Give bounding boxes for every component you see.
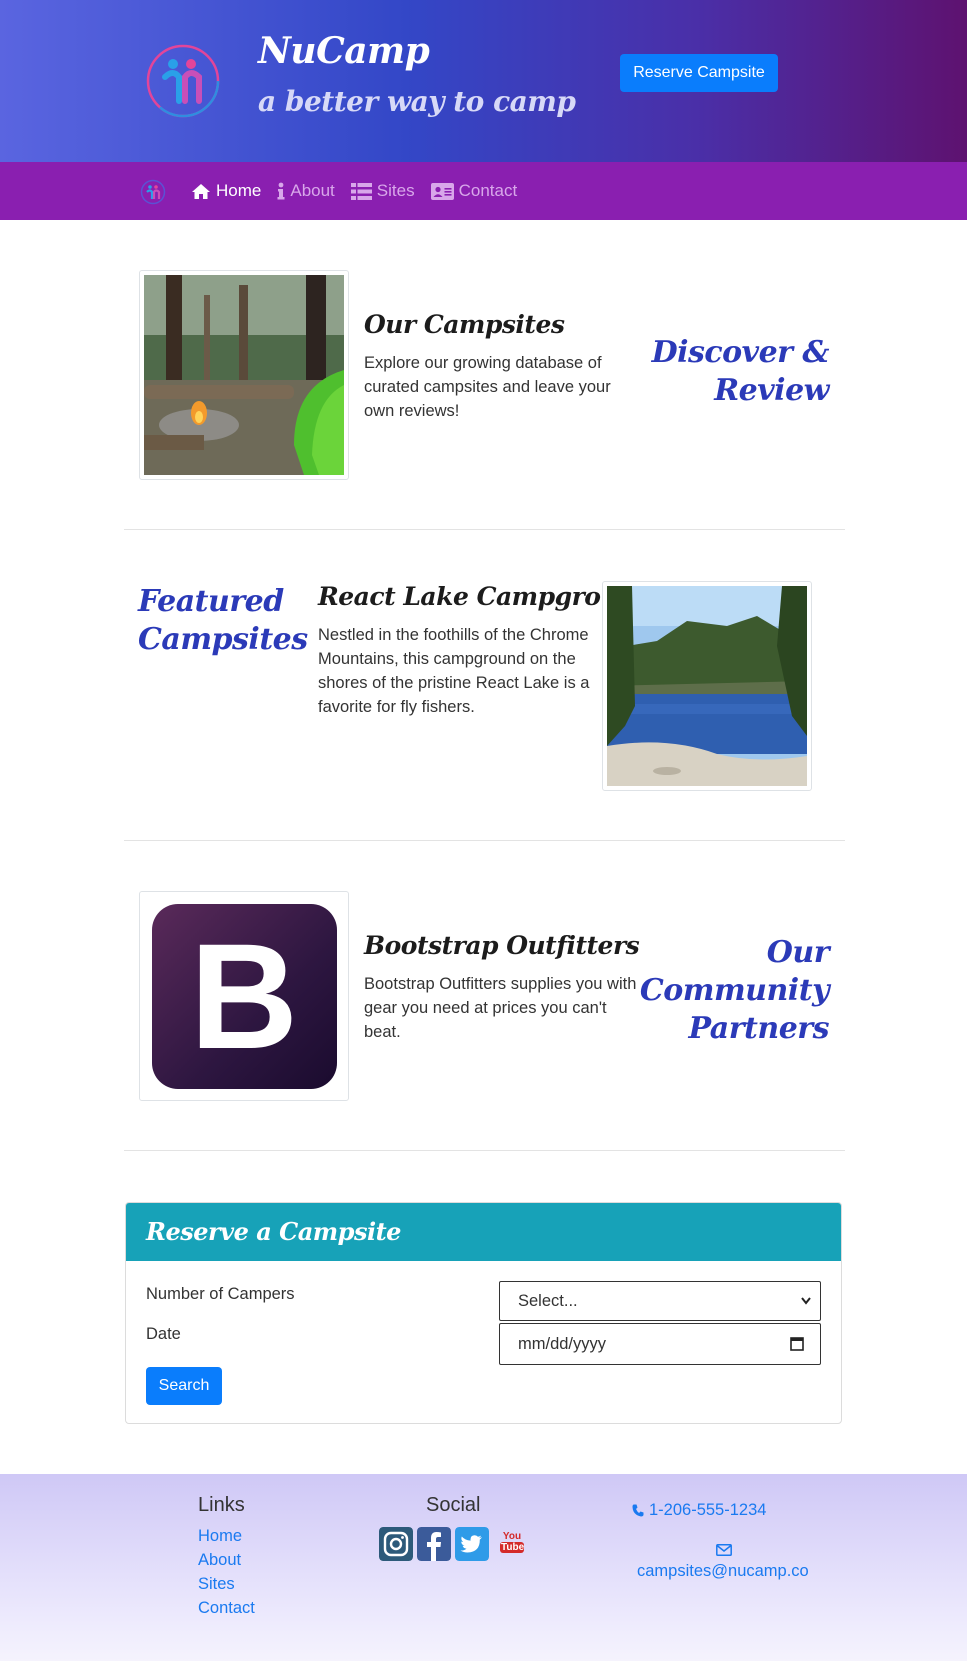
partner-text-line: beat. <box>364 1023 401 1041</box>
campsites-text-line: curated campsites and leave your <box>364 378 611 396</box>
nav-home[interactable]: Home <box>191 181 261 201</box>
divider <box>124 529 845 530</box>
list-icon <box>350 182 372 200</box>
date-input-placeholder: mm/dd/yyyy <box>518 1335 607 1353</box>
campers-select[interactable]: Select... <box>499 1281 821 1321</box>
jumbotron-header: NuCamp a better way to camp Reserve Camp… <box>0 0 967 162</box>
nav-sites-label: Sites <box>376 181 415 200</box>
divider <box>124 1150 845 1151</box>
calendar-icon[interactable] <box>790 1324 804 1380</box>
side-heading-line: Discover & <box>651 335 830 370</box>
footer-link-contact[interactable]: Contact <box>198 1599 255 1618</box>
instagram-icon[interactable] <box>379 1527 413 1561</box>
partner-text-line: Bootstrap Outfitters supplies you with <box>364 975 637 993</box>
campsites-description: Explore our growing database of curated … <box>364 351 644 423</box>
side-heading-line: Partners <box>688 1011 830 1046</box>
search-button[interactable]: Search <box>146 1367 222 1405</box>
partner-description: Bootstrap Outfitters supplies you with g… <box>364 972 664 1044</box>
brand-tagline: a better way to camp <box>258 85 576 118</box>
nav-home-label: Home <box>216 181 262 200</box>
campsites-title: Our Campsites <box>364 310 565 339</box>
partner-thumbnail: B <box>139 891 349 1101</box>
featured-text-line: Nestled in the foothills of the Chrome <box>318 626 589 644</box>
divider <box>124 840 845 841</box>
navbar: Home About Sites Contact <box>0 162 967 220</box>
footer-links-heading: Links <box>198 1494 245 1516</box>
community-partners-heading: Our Community Partners <box>639 934 830 1048</box>
bootstrap-logo-letter: B <box>189 912 299 1080</box>
twitter-icon[interactable] <box>455 1527 489 1561</box>
youtube-icon[interactable]: You Tube <box>500 1531 524 1553</box>
featured-text-line: shores of the pristine React Lake is a <box>318 674 590 692</box>
info-icon <box>277 182 285 200</box>
side-heading-line: Our <box>766 935 830 970</box>
home-icon <box>192 183 210 199</box>
side-heading-line: Campsites <box>138 622 308 657</box>
footer-link-home[interactable]: Home <box>198 1527 242 1546</box>
featured-campsites-heading: Featured Campsites <box>138 583 308 659</box>
nucamp-logo <box>146 44 220 118</box>
nav-about[interactable]: About <box>277 181 335 201</box>
youtube-icon-text: You <box>502 1531 522 1542</box>
nav-sites[interactable]: Sites <box>350 181 415 201</box>
reservation-card-title: Reserve a Campsite <box>126 1203 841 1261</box>
campsites-text-line: Explore our growing database of <box>364 354 602 372</box>
reserve-campsite-button[interactable]: Reserve Campsite <box>620 54 778 92</box>
brand-title: NuCamp <box>258 30 430 72</box>
featured-text-line: Mountains, this campground on the <box>318 650 576 668</box>
youtube-icon-text: Tube <box>500 1542 525 1553</box>
featured-campsite-description: Nestled in the foothills of the Chrome M… <box>318 623 608 719</box>
facebook-icon[interactable] <box>417 1527 451 1561</box>
lake-photo <box>607 586 807 786</box>
nav-contact-label: Contact <box>458 181 518 200</box>
footer-phone[interactable]: 1-206-555-1234 <box>632 1501 766 1520</box>
campsites-text-line: own reviews! <box>364 402 460 420</box>
campsite-photo <box>144 275 344 475</box>
partner-title: Bootstrap Outfitters <box>364 931 640 960</box>
campers-select-value: Select... <box>518 1292 578 1310</box>
side-heading-line: Review <box>714 373 829 408</box>
featured-text-line: favorite for fly fishers. <box>318 698 475 716</box>
nav-contact[interactable]: Contact <box>430 181 518 201</box>
side-heading-line: Community <box>639 973 830 1008</box>
footer-phone-number: 1-206-555-1234 <box>649 1501 767 1519</box>
footer-email[interactable]: campsites@nucamp.co <box>637 1562 809 1581</box>
discover-review-heading: Discover & Review <box>651 334 830 410</box>
footer-link-sites[interactable]: Sites <box>198 1575 235 1594</box>
bootstrap-logo: B <box>144 896 344 1096</box>
navbar-logo[interactable] <box>140 179 166 205</box>
featured-campsite-thumbnail <box>602 581 812 791</box>
phone-icon <box>632 1504 644 1517</box>
reservation-card: Reserve a Campsite Number of Campers Sel… <box>125 1202 842 1424</box>
envelope-icon <box>716 1544 732 1556</box>
campers-label: Number of Campers <box>146 1285 295 1303</box>
date-label: Date <box>146 1325 181 1343</box>
partner-text-line: gear you need at prices you can't <box>364 999 607 1017</box>
footer: Links Home About Sites Contact Social 1-… <box>0 1474 967 1661</box>
campsite-thumbnail <box>139 270 349 480</box>
date-input[interactable]: mm/dd/yyyy <box>499 1323 821 1365</box>
nav-about-label: About <box>290 181 335 200</box>
footer-social-heading: Social <box>426 1494 481 1516</box>
side-heading-line: Featured <box>138 584 284 619</box>
footer-link-about[interactable]: About <box>198 1551 241 1570</box>
address-card-icon <box>430 182 454 200</box>
